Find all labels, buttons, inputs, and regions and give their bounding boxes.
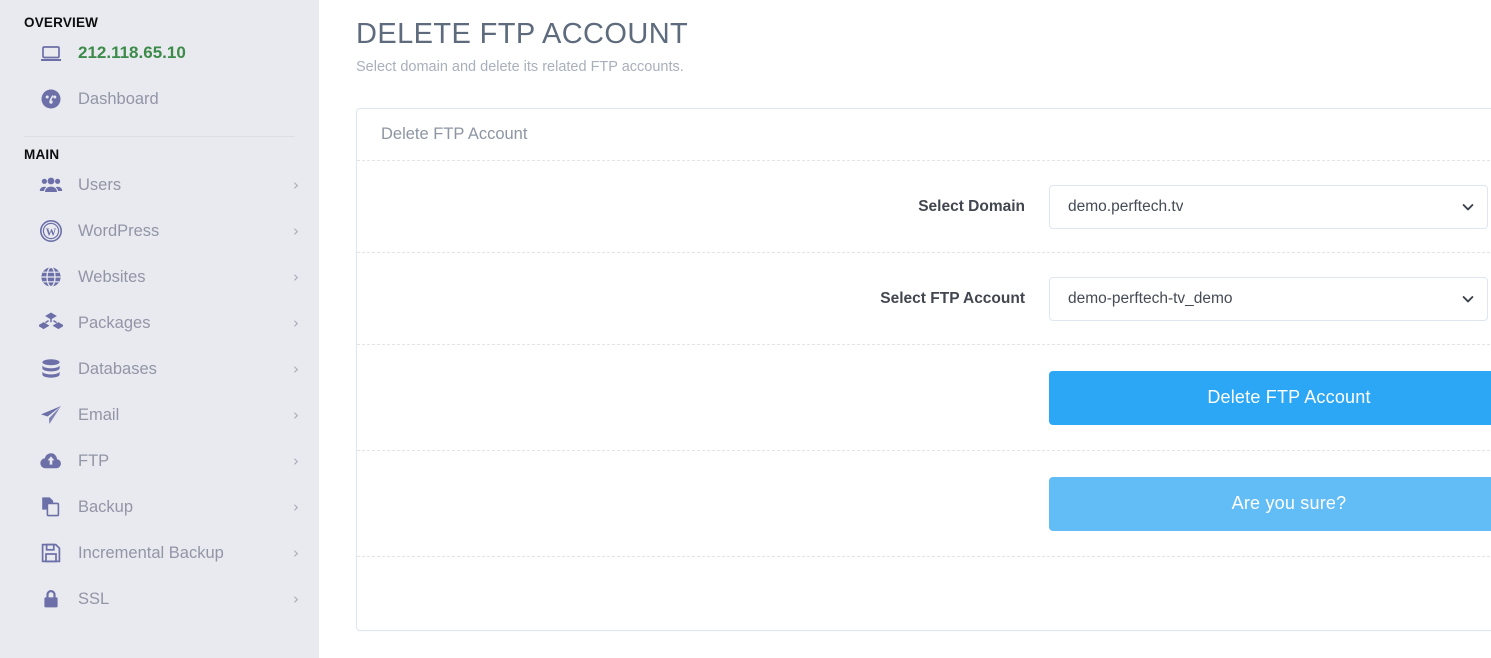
sidebar-item-label: Databases xyxy=(78,359,157,378)
sidebar-section-main-title: MAIN xyxy=(24,147,60,162)
users-icon xyxy=(38,172,64,198)
are-you-sure-button[interactable]: Are you sure? xyxy=(1049,476,1491,531)
form-row-select-domain: Select Domain demo.perftech.tv xyxy=(357,161,1491,253)
sidebar-item-label: SSL xyxy=(78,589,110,608)
sidebar: OVERVIEW 212.118.65.10 Dashboard MAIN Us… xyxy=(0,0,319,658)
speedometer-icon xyxy=(38,86,64,112)
sidebar-item-label: Users xyxy=(78,175,122,194)
sidebar-item-email[interactable]: Email › xyxy=(0,392,319,438)
sidebar-item-label: Email xyxy=(78,405,120,424)
select-domain-dropdown[interactable]: demo.perftech.tv xyxy=(1049,184,1488,229)
page-subtitle: Select domain and delete its related FTP… xyxy=(356,58,684,75)
sidebar-item-websites[interactable]: Websites › xyxy=(0,254,319,300)
select-ftp-account-value: demo-perftech-tv_demo xyxy=(1068,289,1233,307)
packages-icon xyxy=(38,310,64,336)
panel-header: Delete FTP Account xyxy=(357,109,1491,161)
page-title: DELETE FTP ACCOUNT xyxy=(356,18,689,50)
confirm-button-field: Are you sure? xyxy=(1049,476,1491,531)
delete-button-field: Delete FTP Account xyxy=(1049,370,1491,425)
lock-icon xyxy=(38,586,64,612)
paper-plane-icon xyxy=(38,402,64,428)
floppy-disk-icon xyxy=(38,540,64,566)
delete-ftp-account-button[interactable]: Delete FTP Account xyxy=(1049,370,1491,425)
svg-text:W: W xyxy=(46,227,57,238)
chevron-down-icon xyxy=(1461,278,1475,320)
sidebar-item-ssl[interactable]: SSL › xyxy=(0,576,319,622)
wordpress-icon: W xyxy=(38,218,64,244)
chevron-right-icon: › xyxy=(293,405,299,424)
sidebar-item-incremental-backup[interactable]: Incremental Backup › xyxy=(0,530,319,576)
chevron-right-icon: › xyxy=(293,221,299,240)
sidebar-item-label: Packages xyxy=(78,313,151,332)
copy-icon xyxy=(38,494,64,520)
panel-footer-area xyxy=(357,557,1491,649)
select-ftp-account-dropdown[interactable]: demo-perftech-tv_demo xyxy=(1049,276,1488,321)
sidebar-item-ftp[interactable]: FTP › xyxy=(0,438,319,484)
form-row-select-ftp-account: Select FTP Account demo-perftech-tv_demo xyxy=(357,253,1491,345)
select-domain-value: demo.perftech.tv xyxy=(1068,197,1184,215)
chevron-right-icon: › xyxy=(293,359,299,378)
chevron-right-icon: › xyxy=(293,543,299,562)
main-content: DELETE FTP ACCOUNT Select domain and del… xyxy=(319,0,1491,658)
sidebar-item-databases[interactable]: Databases › xyxy=(0,346,319,392)
chevron-right-icon: › xyxy=(293,451,299,470)
page-root: OVERVIEW 212.118.65.10 Dashboard MAIN Us… xyxy=(0,0,1491,658)
delete-ftp-account-panel: Delete FTP Account Select Domain demo.pe… xyxy=(356,108,1491,631)
sidebar-item-label: Backup xyxy=(78,497,134,516)
sidebar-item-label: Dashboard xyxy=(78,89,159,108)
sidebar-item-backup[interactable]: Backup › xyxy=(0,484,319,530)
cloud-upload-icon xyxy=(38,448,64,474)
sidebar-item-label: Incremental Backup xyxy=(78,543,224,562)
sidebar-item-wordpress[interactable]: W WordPress › xyxy=(0,208,319,254)
database-icon xyxy=(38,356,64,382)
panel-header-title: Delete FTP Account xyxy=(381,125,528,143)
form-row-delete-button: Delete FTP Account xyxy=(357,345,1491,451)
chevron-right-icon: › xyxy=(293,175,299,194)
select-ftp-account-label: Select FTP Account xyxy=(880,289,1025,307)
sidebar-item-label: WordPress xyxy=(78,221,160,240)
select-ftp-account-field: demo-perftech-tv_demo xyxy=(1049,276,1491,321)
sidebar-section-overview-title: OVERVIEW xyxy=(24,15,99,30)
globe-icon xyxy=(38,264,64,290)
select-domain-label: Select Domain xyxy=(918,197,1025,215)
sidebar-item-label: FTP xyxy=(78,451,110,470)
sidebar-item-packages[interactable]: Packages › xyxy=(0,300,319,346)
sidebar-item-label: Websites xyxy=(78,267,146,286)
chevron-down-icon xyxy=(1461,186,1475,228)
chevron-right-icon: › xyxy=(293,267,299,286)
select-domain-field: demo.perftech.tv xyxy=(1049,184,1491,229)
form-row-confirm-button: Are you sure? xyxy=(357,451,1491,557)
sidebar-item-server-ip[interactable]: 212.118.65.10 xyxy=(0,30,319,76)
chevron-right-icon: › xyxy=(293,497,299,516)
chevron-right-icon: › xyxy=(293,589,299,608)
laptop-icon xyxy=(38,40,64,66)
sidebar-item-dashboard[interactable]: Dashboard xyxy=(0,76,319,122)
chevron-right-icon: › xyxy=(293,313,299,332)
sidebar-item-users[interactable]: Users › xyxy=(0,162,319,208)
sidebar-item-label: 212.118.65.10 xyxy=(78,43,186,62)
